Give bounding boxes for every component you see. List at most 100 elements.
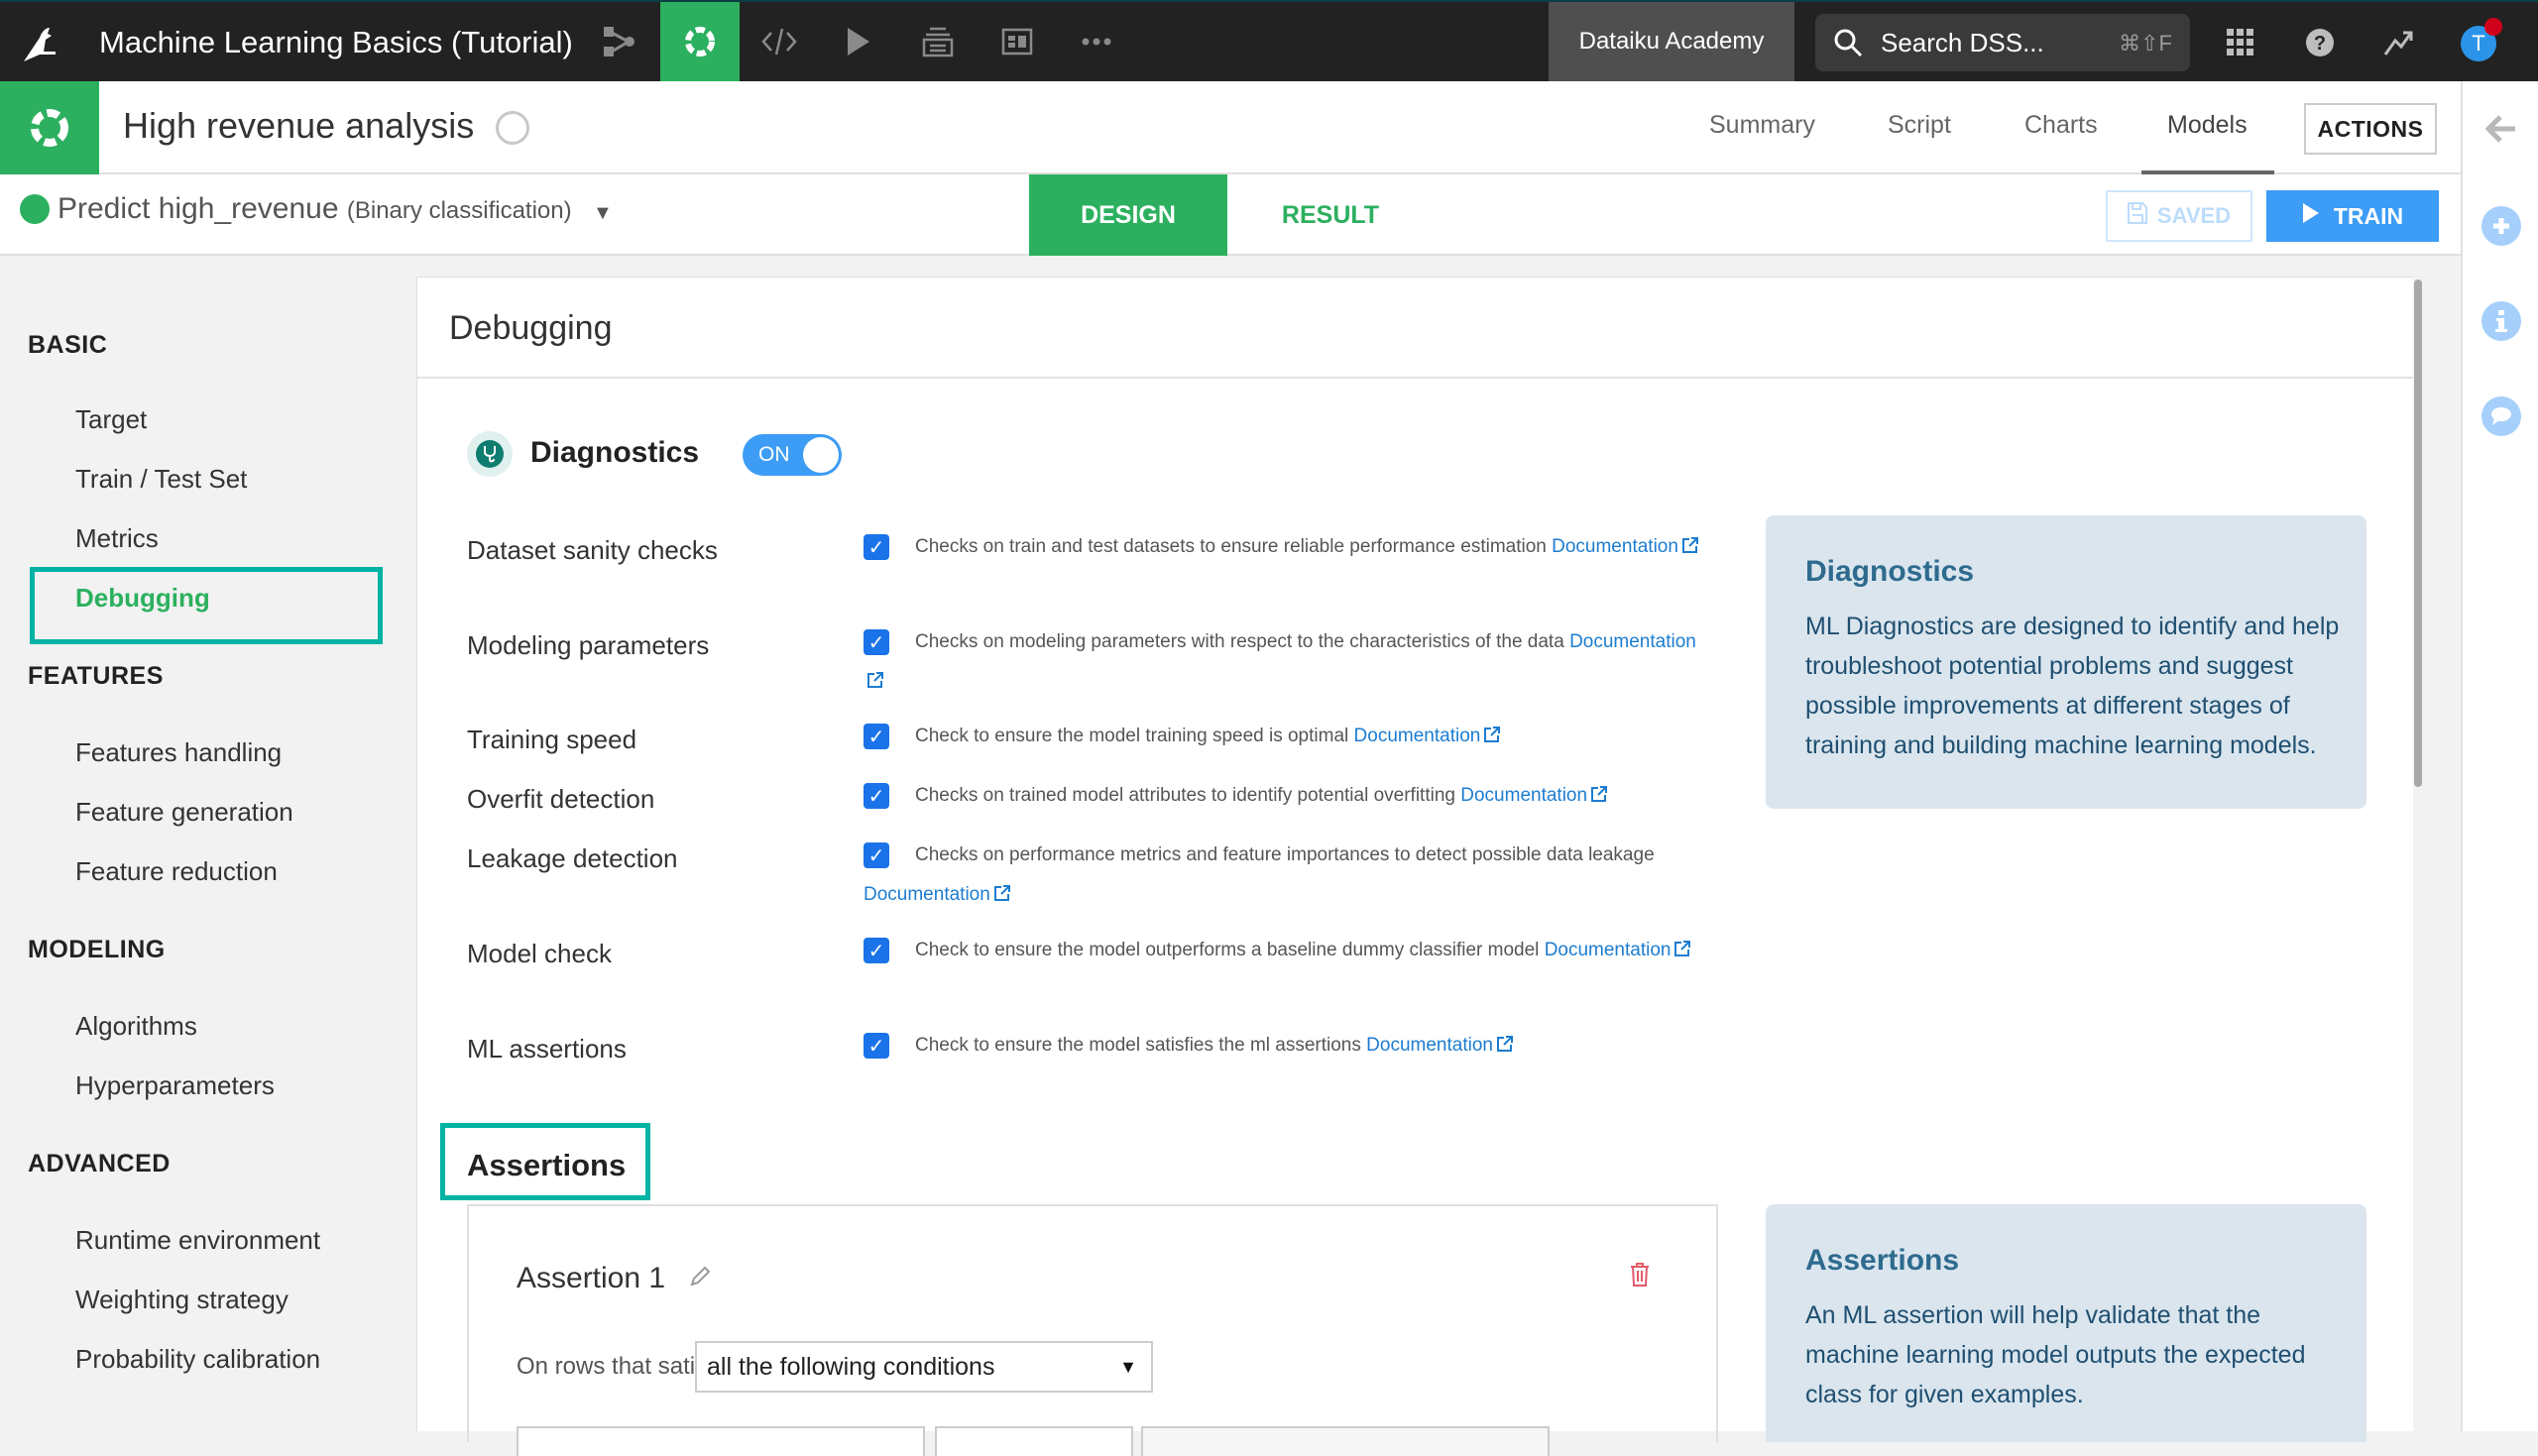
check-label-leakage-detection: Leakage detection (467, 843, 678, 873)
info-title: Assertions (1805, 1244, 1960, 1277)
sidebar-item-target[interactable]: Target (75, 404, 147, 435)
sidebar-section-modeling: MODELING (28, 936, 166, 963)
documentation-link[interactable]: Documentation (1552, 536, 1699, 557)
model-design-header: Predict high_revenue (Binary classificat… (0, 174, 2461, 256)
scrollbar-thumb[interactable] (2414, 280, 2422, 787)
sidebar-item-probability-calibration[interactable]: Probability calibration (75, 1344, 320, 1375)
external-link-icon (1496, 1036, 1513, 1052)
activity-trend-icon[interactable] (2378, 22, 2420, 63)
analysis-header: High revenue analysis Summary Script Cha… (0, 81, 2461, 174)
search-placeholder: Search DSS... (1881, 28, 2044, 57)
back-arrow-icon[interactable] (2481, 109, 2521, 149)
sidebar-item-metrics[interactable]: Metrics (75, 523, 159, 554)
info-body: ML Diagnostics are designed to identify … (1805, 613, 2340, 759)
run-icon[interactable] (819, 2, 898, 81)
sidebar-item-train-test-set[interactable]: Train / Test Set (75, 464, 247, 495)
doc-link-label: Documentation (1366, 1035, 1493, 1056)
documentation-link[interactable]: Documentation (1354, 726, 1502, 746)
add-icon[interactable] (2481, 206, 2521, 246)
edit-pencil-icon[interactable] (689, 1266, 711, 1293)
doc-link-label: Documentation (864, 884, 990, 905)
model-type: (Binary classification) (346, 197, 572, 224)
lab-badge-icon (0, 81, 99, 174)
top-navigation-bar: Machine Learning Basics (Tutorial) Datai… (0, 0, 2538, 81)
code-icon[interactable] (740, 2, 819, 81)
tab-charts[interactable]: Charts (2024, 111, 2098, 140)
description-text: Checks on trained model attributes to id… (915, 785, 1455, 806)
search-input[interactable]: Search DSS... ⌘⇧F (1815, 14, 2190, 71)
chevron-down-icon[interactable]: ▼ (593, 202, 613, 225)
sidebar-section-basic: BASIC (28, 331, 108, 359)
more-icon[interactable] (1057, 2, 1136, 81)
svg-text:?: ? (2314, 33, 2326, 55)
check-label-modeling-parameters: Modeling parameters (467, 630, 710, 660)
design-sidebar: BASIC Target Train / Test Set Metrics De… (0, 256, 414, 1431)
divider (417, 377, 2414, 379)
apps-grid-icon[interactable] (2220, 22, 2261, 63)
prediction-task-icon (20, 194, 50, 224)
documentation-link[interactable]: Documentation (1460, 785, 1608, 806)
sidebar-item-algorithms[interactable]: Algorithms (75, 1011, 197, 1042)
check-desc-training-speed: Check to ensure the model training speed… (864, 717, 1712, 756)
tab-design[interactable]: DESIGN (1029, 174, 1227, 256)
actions-button[interactable]: ACTIONS (2304, 103, 2437, 155)
sidebar-item-debugging[interactable]: Debugging (75, 583, 210, 614)
debugging-panel: Debugging Diagnostics ON Dataset sanity … (416, 277, 2423, 1456)
info-title: Diagnostics (1805, 555, 1975, 588)
check-desc-ml-assertions: Check to ensure the model satisfies the … (864, 1026, 1712, 1065)
saved-label: SAVED (2156, 203, 2232, 228)
info-icon[interactable] (2481, 301, 2521, 341)
delete-trash-icon[interactable] (1629, 1262, 1651, 1288)
documentation-link[interactable]: Documentation (1366, 1035, 1514, 1056)
diagnostics-toggle[interactable]: ON (743, 434, 842, 476)
deploy-icon[interactable] (898, 2, 978, 81)
check-label-model-check: Model check (467, 939, 612, 968)
sidebar-item-feature-reduction[interactable]: Feature reduction (75, 856, 278, 887)
check-desc-model-check: Check to ensure the model outperforms a … (864, 931, 1712, 970)
documentation-link[interactable]: Documentation (864, 884, 1011, 905)
flow-icon[interactable] (579, 2, 658, 81)
tab-models[interactable]: Models (2167, 111, 2248, 140)
saved-button[interactable]: SAVED (2106, 190, 2252, 242)
description-text: Checks on performance metrics and featur… (915, 844, 1655, 865)
toggle-label: ON (758, 443, 790, 466)
stethoscope-icon (467, 431, 513, 477)
check-desc-overfit-detection: Checks on trained model attributes to id… (864, 776, 1712, 816)
check-label-dataset-sanity: Dataset sanity checks (467, 535, 718, 565)
sidebar-item-hyperparameters[interactable]: Hyperparameters (75, 1070, 275, 1101)
train-label: TRAIN (2333, 202, 2404, 229)
check-label-ml-assertions: ML assertions (467, 1034, 627, 1064)
sidebar-section-advanced: ADVANCED (28, 1150, 171, 1177)
rows-condition-select[interactable]: all the following conditions ▼ (695, 1341, 1153, 1393)
search-icon (1833, 28, 1863, 62)
sidebar-item-feature-generation[interactable]: Feature generation (75, 797, 293, 828)
panel-title: Debugging (449, 309, 613, 347)
tab-script[interactable]: Script (1888, 111, 1951, 140)
description-text: Check to ensure the model outperforms a … (915, 940, 1540, 960)
select-value: all the following conditions (707, 1353, 995, 1381)
dataiku-logo-icon[interactable] (18, 20, 63, 65)
tab-result[interactable]: RESULT (1227, 174, 1434, 256)
sidebar-item-features-handling[interactable]: Features handling (75, 737, 282, 768)
documentation-link[interactable]: Documentation (1545, 940, 1692, 960)
analysis-title[interactable]: High revenue analysis (123, 105, 474, 147)
lab-icon[interactable] (660, 2, 740, 81)
description-text: Checks on modeling parameters with respe… (915, 631, 1564, 652)
check-desc-leakage-detection: Checks on performance metrics and featur… (864, 836, 1712, 915)
sidebar-item-weighting-strategy[interactable]: Weighting strategy (75, 1285, 288, 1315)
instance-label[interactable]: Dataiku Academy (1549, 2, 1794, 81)
model-title: Predict high_revenue (58, 192, 339, 225)
train-button[interactable]: TRAIN (2266, 190, 2439, 242)
tab-summary[interactable]: Summary (1709, 111, 1815, 140)
diagnostics-info-box: Diagnostics ML Diagnostics are designed … (1766, 515, 2366, 809)
save-disk-icon (2127, 202, 2147, 230)
analysis-info-icon[interactable] (496, 111, 529, 145)
external-link-icon (1674, 941, 1691, 956)
dashboard-icon[interactable] (978, 2, 1057, 81)
discussion-icon[interactable] (2481, 396, 2521, 436)
project-title[interactable]: Machine Learning Basics (Tutorial) (99, 22, 573, 63)
assertions-info-box: Assertions An ML assertion will help val… (1766, 1204, 2366, 1442)
help-icon[interactable]: ? (2299, 22, 2341, 63)
model-task-selector[interactable]: Predict high_revenue (Binary classificat… (58, 192, 572, 226)
sidebar-item-runtime-environment[interactable]: Runtime environment (75, 1225, 320, 1256)
